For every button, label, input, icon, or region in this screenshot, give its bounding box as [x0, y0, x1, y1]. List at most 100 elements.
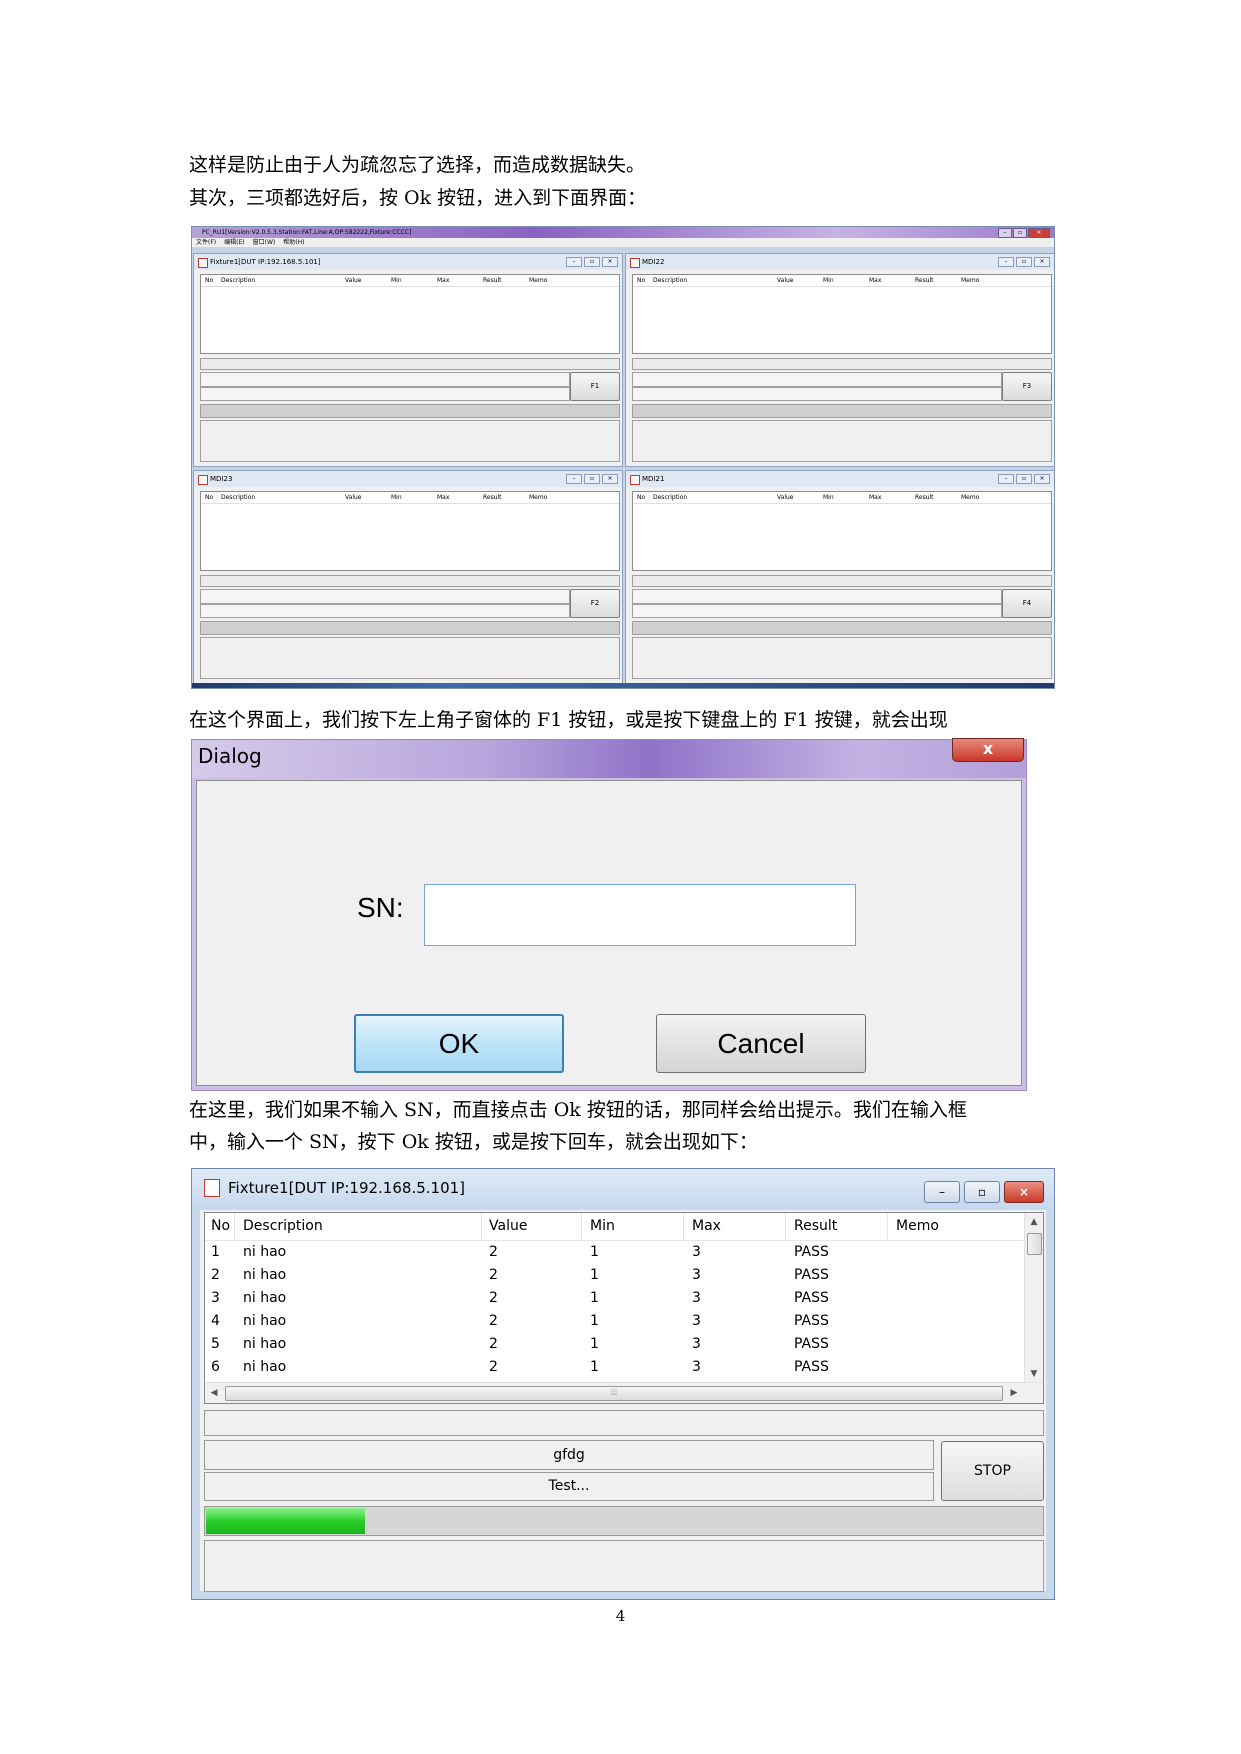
scroll-thumb[interactable] [1027, 1233, 1042, 1255]
column-header-max[interactable]: Max [692, 1213, 721, 1240]
column-header: Description [653, 277, 688, 284]
column-header: Description [653, 494, 688, 501]
minimize-icon[interactable]: – [998, 228, 1012, 238]
cancel-button[interactable]: Cancel [656, 1014, 866, 1073]
minimize-icon[interactable]: – [998, 474, 1014, 484]
menu-help[interactable]: 帮助(H) [283, 238, 304, 247]
close-icon[interactable]: × [1034, 474, 1050, 484]
column-header-memo[interactable]: Memo [896, 1213, 939, 1240]
table-row[interactable]: 4 ni hao 2 1 3 PASS [205, 1310, 1023, 1333]
cell-no: 3 [211, 1290, 220, 1306]
column-header: Max [869, 277, 882, 284]
column-header-min[interactable]: Min [590, 1213, 615, 1240]
close-icon[interactable]: × [1028, 228, 1050, 238]
column-header-description[interactable]: Description [243, 1213, 323, 1240]
result-grid[interactable]: No Description Value Min Max Result Memo [632, 274, 1052, 354]
menu-edit[interactable]: 编辑(E) [224, 238, 244, 247]
table-row[interactable]: 5 ni hao 2 1 3 PASS [205, 1333, 1023, 1356]
table-row[interactable]: 1 ni hao 2 1 3 PASS [205, 1241, 1023, 1264]
cell-description: ni hao [243, 1313, 287, 1329]
grid-header: No Description Value Min Max Result Memo [633, 275, 1051, 287]
result-grid[interactable]: No Description Value Min Max Result Memo [632, 491, 1052, 571]
sn-label: SN: [357, 892, 404, 923]
minimize-icon[interactable]: – [566, 474, 582, 484]
restore-icon[interactable]: ▫ [584, 257, 600, 267]
column-header: No [637, 277, 646, 284]
dialog-title: Dialog [198, 744, 262, 768]
cell-min: 1 [590, 1313, 599, 1329]
scroll-left-icon[interactable]: ◀ [205, 1383, 223, 1403]
restore-icon[interactable]: ▫ [964, 1181, 1000, 1203]
column-header: Max [437, 277, 450, 284]
minimize-icon[interactable]: – [998, 257, 1014, 267]
cell-no: 6 [211, 1359, 220, 1375]
result-grid[interactable]: No Description Value Min Max Result Memo… [204, 1212, 1044, 1404]
ok-button[interactable]: OK [354, 1014, 564, 1073]
menu-file[interactable]: 文件(F) [196, 238, 216, 247]
cell-description: ni hao [243, 1244, 287, 1260]
cell-result: PASS [794, 1290, 829, 1306]
restore-icon[interactable]: ▫ [584, 474, 600, 484]
close-icon[interactable]: × [602, 257, 618, 267]
column-header: Value [777, 277, 794, 284]
table-row[interactable]: 2 ni hao 2 1 3 PASS [205, 1264, 1023, 1287]
dialog-titlebar: Dialog x [192, 738, 1026, 778]
child-title: Fixture1[DUT IP:192.168.5.101] [210, 258, 321, 266]
menu-window[interactable]: 窗口(W) [253, 238, 276, 247]
result-grid[interactable]: No Description Value Min Max Result Memo [200, 491, 620, 571]
table-row[interactable]: 6 ni hao 2 1 3 PASS [205, 1356, 1023, 1382]
table-row[interactable]: 3 ni hao 2 1 3 PASS [205, 1287, 1023, 1310]
grid-header: No Description Value Min Max Result Memo [633, 492, 1051, 504]
f4-button[interactable]: F4 [1002, 589, 1052, 618]
restore-icon[interactable]: ▫ [1016, 474, 1032, 484]
app-icon [198, 258, 208, 268]
f2-button[interactable]: F2 [570, 589, 620, 618]
column-header-value[interactable]: Value [489, 1213, 527, 1240]
paragraph-3: 在这个界面上，我们按下左上角子窗体的 F1 按钮，或是按下键盘上的 F1 按键，… [189, 709, 948, 731]
cell-result: PASS [794, 1336, 829, 1352]
cell-value: 2 [489, 1359, 498, 1375]
status-bar [200, 358, 620, 370]
minimize-icon[interactable]: – [924, 1181, 960, 1203]
app-icon [198, 475, 208, 485]
cell-value: 2 [489, 1244, 498, 1260]
cell-min: 1 [590, 1290, 599, 1306]
fixture-body: No Description Value Min Max Result Memo… [200, 1210, 1046, 1592]
column-header: Description [221, 494, 256, 501]
close-button[interactable]: x [952, 738, 1024, 762]
scroll-up-icon[interactable]: ▲ [1025, 1213, 1043, 1231]
main-window-screenshot: PC_RU1[Version:V2.0.5.3,Station:FAT,Line… [191, 226, 1055, 689]
f3-button[interactable]: F3 [1002, 372, 1052, 401]
app-icon [630, 475, 640, 485]
column-header-result[interactable]: Result [794, 1213, 837, 1240]
result-grid[interactable]: No Description Value Min Max Result Memo [200, 274, 620, 354]
restore-icon[interactable]: ▫ [1013, 228, 1027, 238]
scroll-down-icon[interactable]: ▼ [1025, 1365, 1043, 1383]
status-bar [632, 358, 1052, 370]
message-field [200, 372, 570, 387]
scroll-right-icon[interactable]: ▶ [1005, 1383, 1023, 1403]
close-icon[interactable]: × [1034, 257, 1050, 267]
close-icon[interactable]: × [602, 474, 618, 484]
app-icon [630, 258, 640, 268]
stop-button[interactable]: STOP [941, 1441, 1044, 1501]
close-icon[interactable]: × [1004, 1181, 1044, 1203]
restore-icon[interactable]: ▫ [1016, 257, 1032, 267]
progress-fill [206, 1508, 366, 1534]
child-window-mdi22: MDI22 – ▫ × No Description Value Min Max Result… [625, 253, 1054, 467]
child-title: MDI21 [642, 475, 665, 483]
column-header-no[interactable]: No [211, 1213, 230, 1240]
sn-input[interactable] [424, 884, 856, 946]
cell-value: 2 [489, 1336, 498, 1352]
minimize-icon[interactable]: – [566, 257, 582, 267]
message-field [200, 604, 570, 618]
message-field: gfdg [204, 1440, 934, 1470]
main-window-title: PC_RU1[Version:V2.0.5.3,Station:FAT,Line… [202, 229, 412, 236]
column-header: No [637, 494, 646, 501]
scroll-thumb[interactable]: ⦙⦙⦙ [225, 1386, 1003, 1401]
f1-button[interactable]: F1 [570, 372, 620, 401]
horizontal-scrollbar[interactable]: ◀ ⦙⦙⦙ ▶ [205, 1382, 1043, 1403]
vertical-scrollbar[interactable]: ▲ ▼ [1024, 1213, 1043, 1383]
column-header: Memo [961, 277, 980, 284]
child-window-fixture1: Fixture1[DUT IP:192.168.5.101] – ▫ × No Des… [193, 253, 623, 467]
